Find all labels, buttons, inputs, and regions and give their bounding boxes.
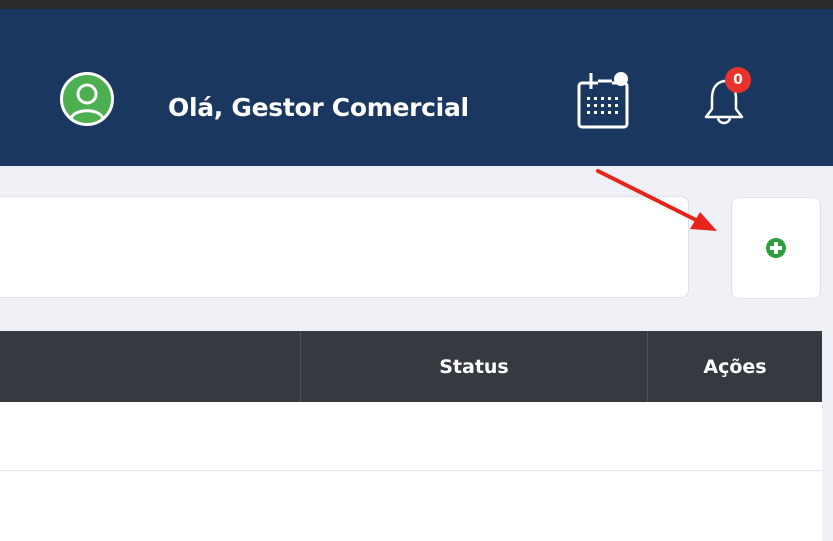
top-strip <box>0 0 833 9</box>
notification-count-badge: 0 <box>725 67 751 93</box>
app-screen: Olá, Gestor Comercial 0 Status Ações <box>0 0 833 541</box>
column-header <box>0 331 301 402</box>
page-gutter <box>822 331 833 541</box>
table-header: Status Ações <box>0 331 822 402</box>
plus-circle-icon <box>766 238 786 258</box>
column-header-status: Status <box>301 331 648 402</box>
table-row <box>0 471 822 541</box>
notifications-button[interactable]: 0 <box>700 67 756 129</box>
user-circle-icon <box>69 83 105 120</box>
table-row <box>0 402 822 471</box>
avatar[interactable] <box>60 72 114 126</box>
column-header-acoes: Ações <box>703 355 767 378</box>
top-header: Olá, Gestor Comercial 0 <box>0 9 833 166</box>
search-input[interactable] <box>0 196 689 298</box>
data-table: Status Ações <box>0 331 822 541</box>
calendar-button[interactable] <box>576 71 632 131</box>
add-button[interactable] <box>731 197 821 299</box>
calendar-icon <box>577 72 629 129</box>
greeting-text: Olá, Gestor Comercial <box>168 93 469 122</box>
